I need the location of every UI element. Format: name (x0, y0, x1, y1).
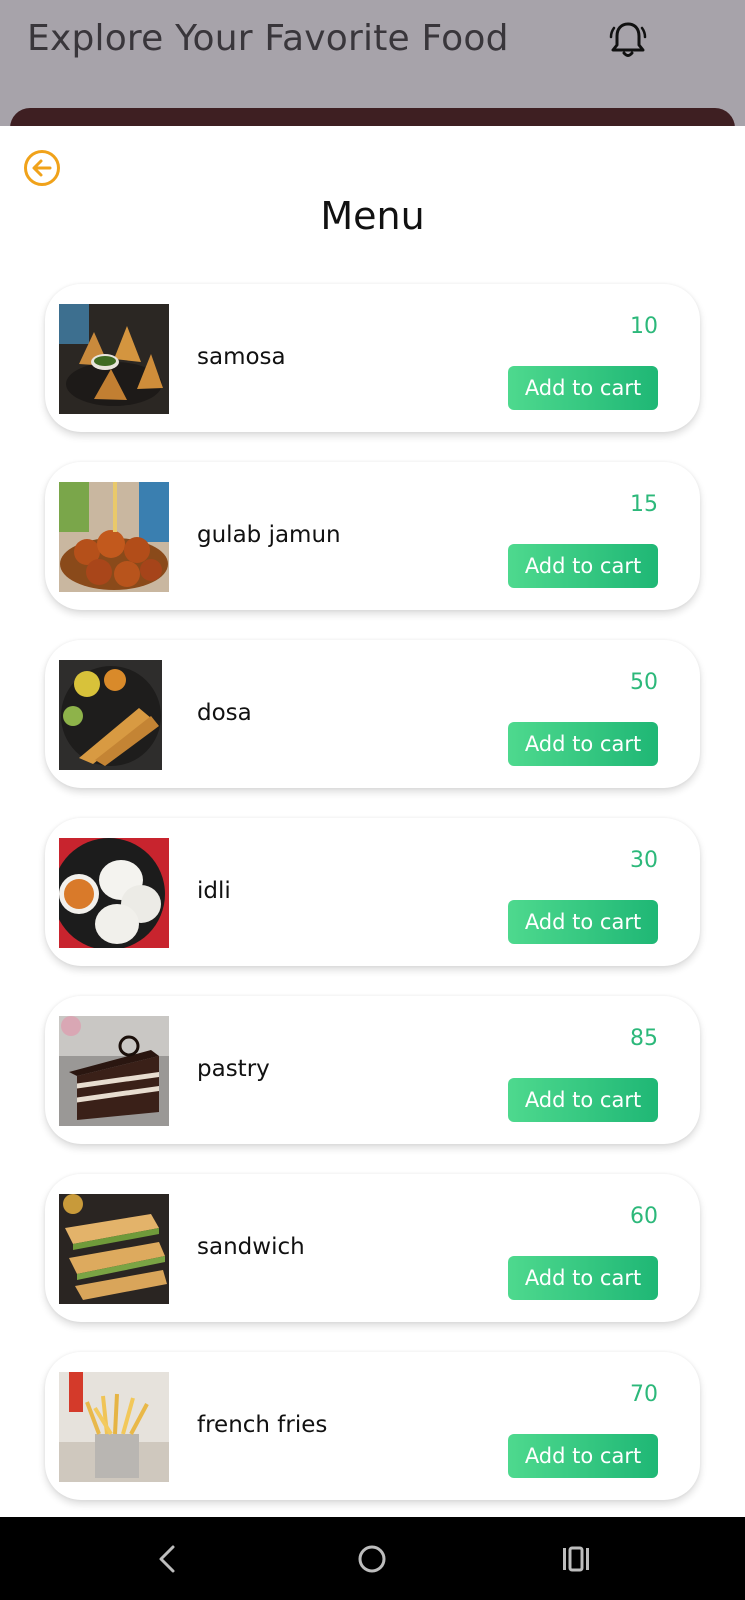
food-name: french fries (197, 1412, 328, 1438)
price-label: 50 (630, 670, 658, 695)
price-label: 70 (630, 1382, 658, 1407)
menu-item-card: sandwich 60 Add to cart (45, 1174, 700, 1322)
price-label: 60 (630, 1204, 658, 1229)
add-to-cart-button[interactable]: Add to cart (508, 1434, 658, 1478)
nav-recents-icon[interactable] (554, 1537, 598, 1581)
page-title: Explore Your Favorite Food (27, 18, 509, 59)
food-name: dosa (197, 700, 252, 726)
menu-item-card: idli 30 Add to cart (45, 818, 700, 966)
dosa-image (59, 660, 162, 770)
bell-icon[interactable] (606, 18, 650, 62)
add-to-cart-button[interactable]: Add to cart (508, 900, 658, 944)
food-name: sandwich (197, 1234, 305, 1260)
add-to-cart-button[interactable]: Add to cart (508, 544, 658, 588)
food-name: gulab jamun (197, 522, 341, 548)
food-name: idli (197, 878, 231, 904)
price-label: 30 (630, 848, 658, 873)
price-label: 15 (630, 492, 658, 517)
menu-title: Menu (320, 194, 425, 238)
menu-item-card: dosa 50 Add to cart (45, 640, 700, 788)
add-to-cart-button[interactable]: Add to cart (508, 722, 658, 766)
food-name: pastry (197, 1056, 270, 1082)
french-fries-image (59, 1372, 169, 1482)
menu-item-card: gulab jamun 15 Add to cart (45, 462, 700, 610)
price-label: 85 (630, 1026, 658, 1051)
add-to-cart-button[interactable]: Add to cart (508, 366, 658, 410)
idli-image (59, 838, 169, 948)
nav-back-icon[interactable] (146, 1537, 190, 1581)
menu-item-card: samosa 10 Add to cart (45, 284, 700, 432)
pastry-image (59, 1016, 169, 1126)
system-nav-bar (0, 1517, 745, 1600)
gulab-jamun-image (59, 482, 169, 592)
arrow-left-circle-icon[interactable] (22, 148, 62, 188)
menu-sheet: Menu samosa 10 Add to cart gulab jamun 1… (0, 126, 745, 1517)
samosa-image (59, 304, 169, 414)
menu-item-card: pastry 85 Add to cart (45, 996, 700, 1144)
add-to-cart-button[interactable]: Add to cart (508, 1078, 658, 1122)
sandwich-image (59, 1194, 169, 1304)
menu-item-card: french fries 70 Add to cart (45, 1352, 700, 1500)
price-label: 10 (630, 314, 658, 339)
food-name: samosa (197, 344, 286, 370)
nav-home-icon[interactable] (350, 1537, 394, 1581)
add-to-cart-button[interactable]: Add to cart (508, 1256, 658, 1300)
